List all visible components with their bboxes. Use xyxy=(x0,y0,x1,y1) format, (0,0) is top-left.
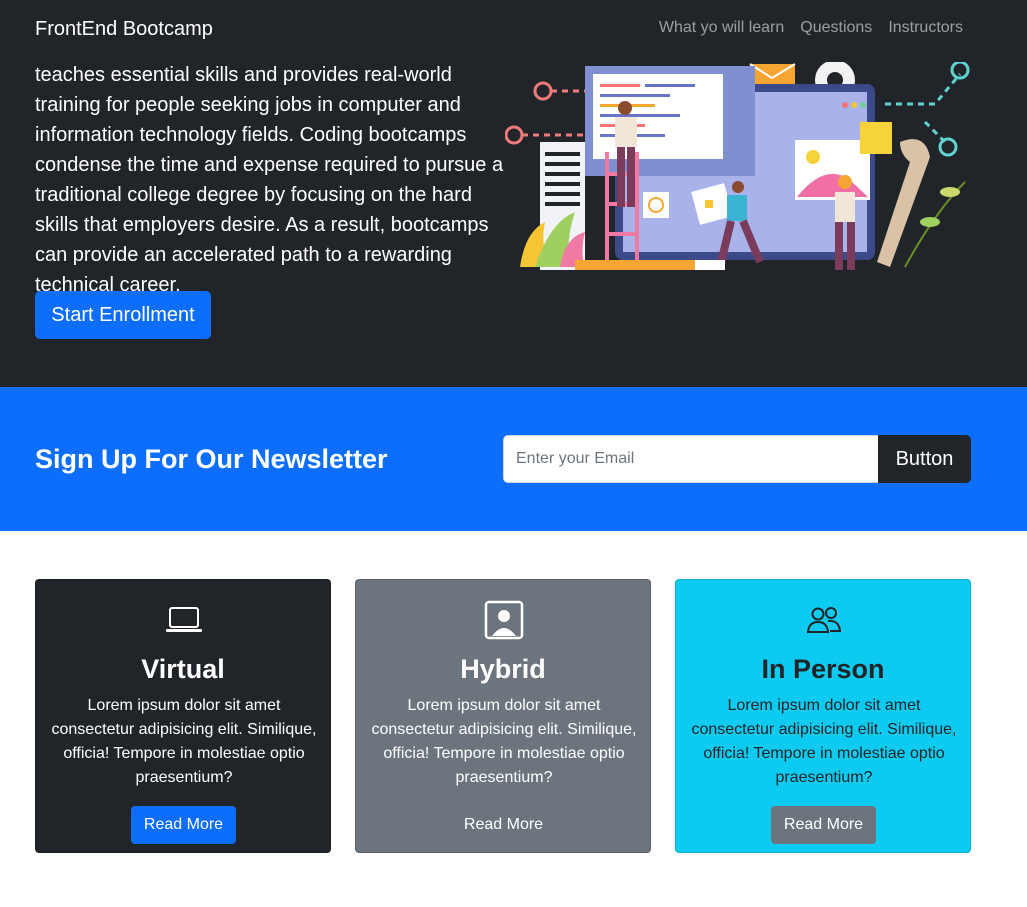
nav-link-questions[interactable]: Questions xyxy=(800,19,872,37)
laptop-icon xyxy=(166,607,202,632)
read-more-button[interactable]: Read More xyxy=(131,806,236,844)
email-input[interactable] xyxy=(503,435,879,483)
hero-illustration xyxy=(505,62,970,270)
learning-options-section: Virtual Lorem ipsum dolor sit amet conse… xyxy=(35,579,971,853)
card-title: Hybrid xyxy=(460,654,546,684)
card-title: Virtual xyxy=(141,654,225,684)
navbar: FrontEnd Bootcamp What yo will learn Que… xyxy=(0,0,1027,60)
read-more-button[interactable]: Read More xyxy=(451,806,556,844)
person-square-icon xyxy=(484,600,524,640)
nav-links: What yo will learn Questions Instructors xyxy=(659,19,963,37)
nav-link-instructors[interactable]: Instructors xyxy=(888,19,963,37)
brand-logo-text[interactable]: FrontEnd Bootcamp xyxy=(35,18,213,41)
newsletter-section: Sign Up For Our Newsletter Button xyxy=(0,387,1027,531)
people-icon xyxy=(806,607,842,633)
card-text: Lorem ipsum dolor sit amet consectetur a… xyxy=(371,697,637,786)
start-enrollment-button[interactable]: Start Enrollment xyxy=(35,291,211,339)
card-text: Lorem ipsum dolor sit amet consectetur a… xyxy=(691,697,957,786)
card-text: Lorem ipsum dolor sit amet consectetur a… xyxy=(51,697,317,786)
card-title: In Person xyxy=(761,654,885,684)
newsletter-title: Sign Up For Our Newsletter xyxy=(35,444,388,474)
card-hybrid: Hybrid Lorem ipsum dolor sit amet consec… xyxy=(355,579,651,853)
hero-section: teaches essential skills and provides re… xyxy=(0,60,1027,387)
hero-description: teaches essential skills and provides re… xyxy=(35,64,504,296)
card-in-person: In Person Lorem ipsum dolor sit amet con… xyxy=(675,579,971,853)
newsletter-submit-button[interactable]: Button xyxy=(878,435,971,483)
read-more-button[interactable]: Read More xyxy=(771,806,876,844)
nav-link-what-you-will-learn[interactable]: What yo will learn xyxy=(659,19,784,37)
card-virtual: Virtual Lorem ipsum dolor sit amet conse… xyxy=(35,579,331,853)
